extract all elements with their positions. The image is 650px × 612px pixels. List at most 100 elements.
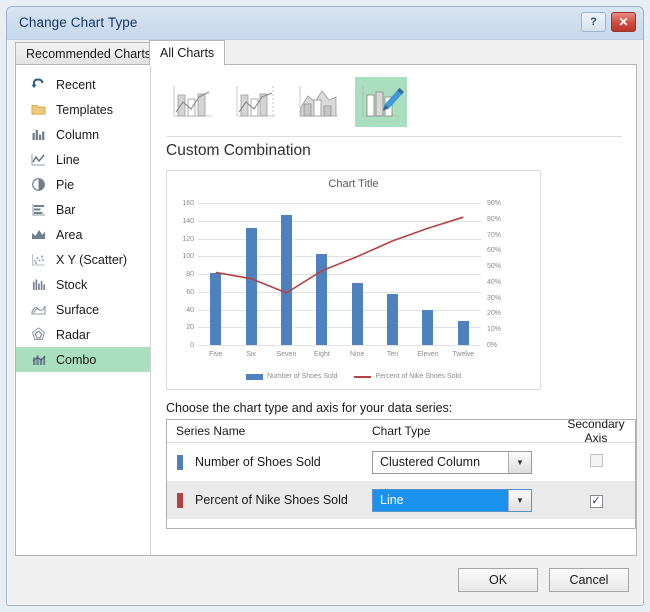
stacked-area-clustered-column-thumb[interactable] <box>292 77 344 127</box>
window-buttons: ? ✕ <box>581 12 636 32</box>
series-grid-header: Series Name Chart Type Secondary Axis <box>167 420 635 443</box>
chart-type-value: Line <box>373 490 508 511</box>
x-axis-category-label: Ten <box>375 351 410 358</box>
y2-axis-tick-label: 50% <box>487 263 501 270</box>
y-axis-tick-label: 100 <box>172 253 194 260</box>
sidebar-item-combo[interactable]: Combo <box>16 347 150 372</box>
sidebar-item-xy-scatter[interactable]: X Y (Scatter) <box>16 247 150 272</box>
table-row[interactable]: Number of Shoes Sold Clustered Column ▼ <box>167 443 635 481</box>
x-axis-category-label: Eight <box>304 351 339 358</box>
help-icon[interactable]: ? <box>581 12 606 32</box>
chart-legend: Number of Shoes Sold Percent of Nike Sho… <box>167 373 540 380</box>
table-row[interactable]: Percent of Nike Shoes Sold Line ▼ ✓ <box>167 481 635 519</box>
legend-item-shoes-sold: Number of Shoes Sold <box>246 373 337 380</box>
series-grid: Series Name Chart Type Secondary Axis Nu… <box>166 419 636 529</box>
y2-axis-tick-label: 20% <box>487 310 501 317</box>
chart-type-dropdown-shoes-sold[interactable]: Clustered Column ▼ <box>372 451 532 474</box>
sidebar-item-label: Surface <box>56 303 99 317</box>
combo-thumbnail-row <box>166 77 407 127</box>
sidebar-item-column[interactable]: Column <box>16 122 150 147</box>
sidebar-item-label: Area <box>56 228 82 242</box>
area-icon <box>30 226 47 243</box>
sidebar-item-templates[interactable]: Templates <box>16 97 150 122</box>
tab-strip: Recommended Charts All Charts <box>15 40 637 65</box>
sidebar-item-label: X Y (Scatter) <box>56 253 127 267</box>
series-color-swatch <box>177 455 183 470</box>
y2-axis-tick-label: 90% <box>487 200 501 207</box>
chart-plot-area: 0204060801001201401600%10%20%30%40%50%60… <box>198 203 481 345</box>
tab-recommended-charts[interactable]: Recommended Charts <box>15 42 162 65</box>
sidebar-item-label: Recent <box>56 78 96 92</box>
secondary-axis-checkbox-shoes-sold[interactable] <box>590 454 603 467</box>
chart-preview[interactable]: Chart Title 0204060801001201401600%10%20… <box>166 170 541 390</box>
y2-axis-tick-label: 60% <box>487 247 501 254</box>
dialog-footer: OK Cancel <box>7 557 643 605</box>
y2-axis-tick-label: 10% <box>487 326 501 333</box>
x-axis-category-label: Six <box>233 351 268 358</box>
header-series-name: Series Name <box>167 424 372 438</box>
y-axis-tick-label: 60 <box>172 289 194 296</box>
y2-axis-tick-label: 0% <box>487 342 497 349</box>
legend-item-percent-nike: Percent of Nike Shoes Sold <box>354 373 461 380</box>
chart-category-list: Recent Templates Column Line <box>16 65 151 555</box>
clustered-column-line-secondary-thumb[interactable] <box>229 77 281 127</box>
y-axis-tick-label: 20 <box>172 324 194 331</box>
ok-button[interactable]: OK <box>458 568 538 592</box>
custom-combination-thumb[interactable] <box>355 77 407 127</box>
pie-icon <box>30 176 47 193</box>
y-axis-tick-label: 140 <box>172 218 194 225</box>
column-icon <box>30 126 47 143</box>
title-bar[interactable]: Change Chart Type ? ✕ <box>7 7 643 40</box>
dialog-title: Change Chart Type <box>19 15 138 30</box>
chevron-down-icon[interactable]: ▼ <box>508 452 531 473</box>
cancel-button[interactable]: Cancel <box>549 568 629 592</box>
radar-icon <box>30 326 47 343</box>
sidebar-item-radar[interactable]: Radar <box>16 322 150 347</box>
sidebar-item-line[interactable]: Line <box>16 147 150 172</box>
folder-icon <box>30 101 47 118</box>
x-axis-category-label: Twelve <box>446 351 481 358</box>
y2-axis-tick-label: 30% <box>487 295 501 302</box>
sidebar-item-area[interactable]: Area <box>16 222 150 247</box>
sidebar-item-recent[interactable]: Recent <box>16 72 150 97</box>
legend-label: Percent of Nike Shoes Sold <box>375 373 461 380</box>
header-secondary-axis: Secondary Axis <box>557 417 635 445</box>
sidebar-item-pie[interactable]: Pie <box>16 172 150 197</box>
tab-all-charts[interactable]: All Charts <box>149 40 225 66</box>
line-icon <box>30 151 47 168</box>
y-axis-tick-label: 0 <box>172 342 194 349</box>
bar-icon <box>30 201 47 218</box>
series-name-label: Percent of Nike Shoes Sold <box>195 493 348 507</box>
scatter-icon <box>30 251 47 268</box>
header-chart-type: Chart Type <box>372 424 557 438</box>
secondary-axis-checkbox-percent-nike[interactable]: ✓ <box>590 495 603 508</box>
sidebar-item-label: Radar <box>56 328 90 342</box>
sidebar-item-label: Pie <box>56 178 74 192</box>
x-axis-category-label: Nine <box>340 351 375 358</box>
chart-gridline <box>198 345 481 346</box>
y2-axis-tick-label: 70% <box>487 232 501 239</box>
y2-axis-tick-label: 40% <box>487 279 501 286</box>
chevron-down-icon[interactable]: ▼ <box>508 490 531 511</box>
close-icon[interactable]: ✕ <box>611 12 636 32</box>
legend-swatch-bar <box>246 374 263 380</box>
x-axis-category-label: Five <box>198 351 233 358</box>
chart-options-content: Custom Combination Chart Title 020406080… <box>152 65 636 555</box>
sidebar-item-bar[interactable]: Bar <box>16 197 150 222</box>
change-chart-type-dialog: Change Chart Type ? ✕ Recommended Charts… <box>6 6 644 606</box>
recent-icon <box>30 76 47 93</box>
clustered-column-line-thumb[interactable] <box>166 77 218 127</box>
sidebar-item-stock[interactable]: Stock <box>16 272 150 297</box>
chart-type-dropdown-percent-nike[interactable]: Line ▼ <box>372 489 532 512</box>
series-color-swatch <box>177 493 183 508</box>
combo-heading: Custom Combination <box>166 142 311 160</box>
series-prompt: Choose the chart type and axis for your … <box>166 401 452 415</box>
surface-icon <box>30 301 47 318</box>
stock-icon <box>30 276 47 293</box>
section-divider <box>166 136 622 137</box>
y-axis-tick-label: 80 <box>172 271 194 278</box>
sidebar-item-label: Combo <box>56 353 96 367</box>
sidebar-item-label: Bar <box>56 203 75 217</box>
main-panel: Recent Templates Column Line <box>15 64 637 556</box>
sidebar-item-surface[interactable]: Surface <box>16 297 150 322</box>
